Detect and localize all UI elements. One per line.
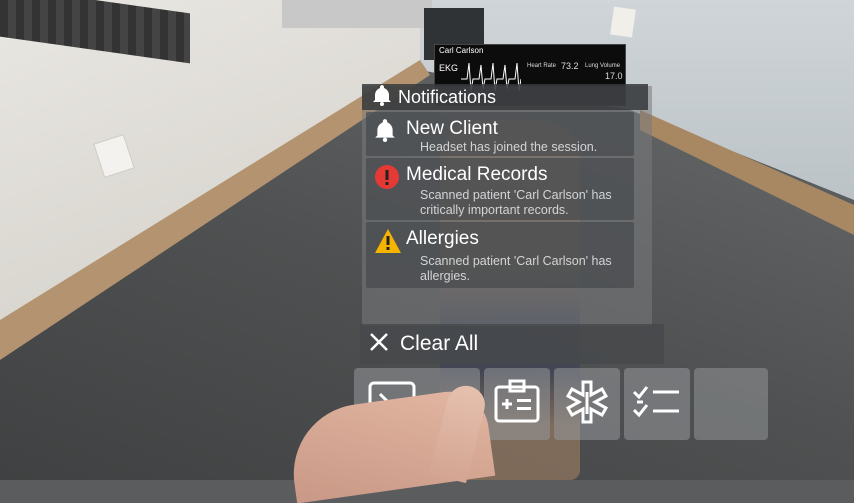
notification-card-allergies[interactable]: Allergies Scanned patient 'Carl Carlson'…: [366, 222, 634, 288]
notification-card-medical-records[interactable]: Medical Records Scanned patient 'Carl Ca…: [366, 158, 634, 220]
ceiling-light: [282, 0, 432, 28]
close-icon: [368, 331, 390, 358]
medical-star-button[interactable]: [554, 368, 620, 440]
warning-icon: [374, 228, 402, 259]
lung-volume-label: Lung Volume: [585, 63, 621, 69]
checklist-icon: [631, 380, 683, 429]
monitor-patient-name: Carl Carlson: [439, 46, 484, 55]
bell-icon: [374, 118, 396, 147]
patient-id-button[interactable]: [484, 368, 550, 440]
clear-all-button[interactable]: Clear All: [360, 324, 664, 364]
notification-header-title: Notifications: [398, 86, 497, 107]
heart-rate-label: Heart Rate: [527, 63, 557, 69]
notification-title: New Client: [406, 118, 498, 139]
wall-plate: [610, 6, 636, 38]
medical-star-icon: [563, 378, 611, 431]
patient-id-icon: [493, 379, 541, 430]
bell-icon: [372, 84, 392, 111]
notification-title: Allergies: [406, 228, 479, 249]
ekg-label: EKG: [439, 63, 459, 73]
clear-all-label: Clear All: [400, 332, 479, 355]
notification-body: Headset has joined the session.: [420, 140, 598, 154]
notification-body: Scanned patient 'Carl Carlson' has aller…: [420, 254, 612, 283]
notification-card-new-client[interactable]: New Client Headset has joined the sessio…: [366, 112, 634, 156]
checklist-button[interactable]: [624, 368, 690, 440]
lung-volume-value: 17.0: [605, 71, 623, 81]
error-icon: [374, 164, 400, 195]
heart-rate-value: 73.2: [561, 61, 579, 71]
empty-slot-button[interactable]: [694, 368, 768, 440]
notification-body: Scanned patient 'Carl Carlson' has criti…: [420, 188, 612, 217]
notification-title: Medical Records: [406, 164, 548, 185]
notification-header: Notifications: [362, 84, 648, 110]
